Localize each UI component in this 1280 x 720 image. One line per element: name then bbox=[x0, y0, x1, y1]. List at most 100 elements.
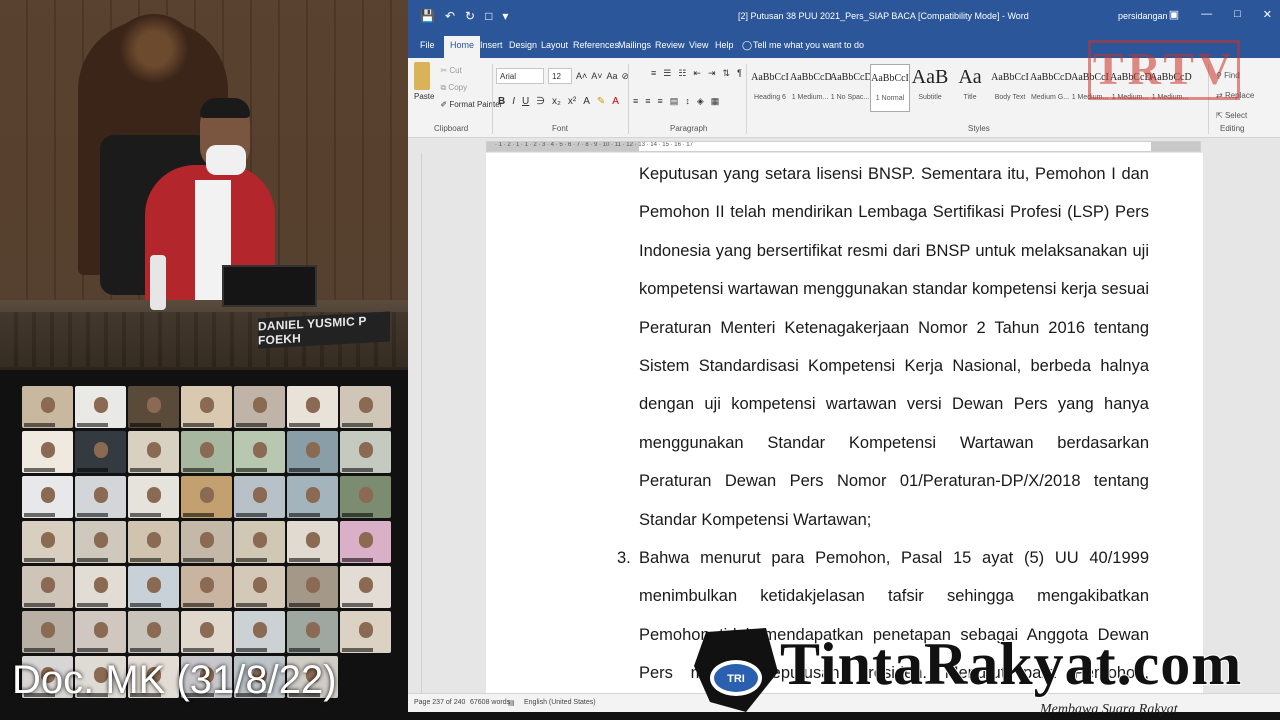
participant-tile[interactable] bbox=[128, 386, 179, 428]
participant-tile[interactable] bbox=[287, 476, 338, 518]
participant-tile[interactable] bbox=[181, 431, 232, 473]
minimize-icon[interactable]: — bbox=[1201, 8, 1212, 21]
participant-tile[interactable] bbox=[287, 386, 338, 428]
participant-tile[interactable] bbox=[234, 521, 285, 563]
line-spacing-icon[interactable]: ↕ bbox=[685, 96, 690, 107]
undo-icon[interactable]: ↶ bbox=[445, 9, 455, 23]
strikethrough-icon[interactable]: ∋ bbox=[536, 96, 545, 107]
participant-tile[interactable] bbox=[287, 611, 338, 653]
tab-insert[interactable]: Insert bbox=[480, 40, 503, 50]
save-icon[interactable]: 💾 bbox=[420, 9, 435, 23]
font-color-icon[interactable]: A bbox=[612, 96, 619, 107]
copy-button[interactable]: ⧉ Copy bbox=[440, 79, 502, 96]
proofing-icon[interactable]: ▤ bbox=[508, 699, 515, 707]
tab-home[interactable]: Home bbox=[444, 36, 481, 58]
justify-icon[interactable]: ▤ bbox=[670, 96, 679, 107]
participant-tile[interactable] bbox=[181, 386, 232, 428]
participant-tile[interactable] bbox=[22, 386, 73, 428]
tab-file[interactable]: File bbox=[420, 40, 435, 50]
format-painter-button[interactable]: ✐ Format Painter bbox=[440, 96, 502, 113]
participant-tile[interactable] bbox=[75, 476, 126, 518]
participant-tile[interactable] bbox=[234, 386, 285, 428]
text-effects-icon[interactable]: A bbox=[583, 96, 590, 107]
tab-view[interactable]: View bbox=[689, 40, 708, 50]
participant-tile[interactable] bbox=[128, 611, 179, 653]
align-right-icon[interactable]: ≡ bbox=[658, 96, 663, 107]
highlight-icon[interactable]: ✎ bbox=[597, 96, 605, 107]
align-left-icon[interactable]: ≡ bbox=[633, 96, 638, 107]
maximize-icon[interactable]: □ bbox=[1234, 8, 1241, 21]
style-option[interactable]: AaB Subtitle bbox=[910, 64, 950, 112]
participant-tile[interactable] bbox=[22, 566, 73, 608]
align-center-icon[interactable]: ≡ bbox=[645, 96, 650, 107]
participant-tile[interactable] bbox=[128, 431, 179, 473]
participant-tile[interactable] bbox=[22, 476, 73, 518]
participant-tile[interactable] bbox=[340, 386, 391, 428]
participant-tile[interactable] bbox=[75, 611, 126, 653]
tell-me-search[interactable]: Tell me what you want to do bbox=[753, 40, 864, 50]
language-indicator[interactable]: English (United States) bbox=[524, 699, 596, 706]
sort-icon[interactable]: ⇅ bbox=[723, 68, 731, 79]
ribbon-display-icon[interactable]: ▣ bbox=[1169, 8, 1179, 21]
participant-tile[interactable] bbox=[181, 521, 232, 563]
participant-tile[interactable] bbox=[234, 611, 285, 653]
participant-tile[interactable] bbox=[128, 476, 179, 518]
participant-tile[interactable] bbox=[287, 431, 338, 473]
participant-tile[interactable] bbox=[287, 521, 338, 563]
participant-tile[interactable] bbox=[340, 521, 391, 563]
participant-tile[interactable] bbox=[181, 611, 232, 653]
participant-tile[interactable] bbox=[22, 611, 73, 653]
participant-tile[interactable] bbox=[128, 521, 179, 563]
tab-design[interactable]: Design bbox=[509, 40, 537, 50]
style-option[interactable]: AaBbCcD 1 No Spac... bbox=[830, 64, 872, 112]
bold-icon[interactable]: B bbox=[498, 96, 505, 107]
subscript-icon[interactable]: x₂ bbox=[552, 96, 561, 107]
decrease-indent-icon[interactable]: ⇤ bbox=[693, 68, 701, 79]
page-count[interactable]: Page 237 of 240 bbox=[414, 699, 465, 706]
pilcrow-icon[interactable]: ¶ bbox=[737, 68, 742, 79]
underline-icon[interactable]: U bbox=[522, 96, 529, 107]
participant-tile[interactable] bbox=[181, 476, 232, 518]
shrink-font-icon[interactable]: A˅ bbox=[591, 71, 602, 81]
participant-tile[interactable] bbox=[22, 431, 73, 473]
word-count[interactable]: 67608 words bbox=[470, 699, 510, 706]
participant-tile[interactable] bbox=[75, 566, 126, 608]
participant-tile[interactable] bbox=[22, 521, 73, 563]
increase-indent-icon[interactable]: ⇥ bbox=[708, 68, 716, 79]
style-option[interactable]: AaBbCcI Heading 6 bbox=[750, 64, 790, 112]
tab-layout[interactable]: Layout bbox=[541, 40, 568, 50]
multilevel-icon[interactable]: ☷ bbox=[678, 68, 686, 79]
paste-button[interactable]: Paste bbox=[414, 62, 434, 113]
participant-tile[interactable] bbox=[340, 611, 391, 653]
participant-tile[interactable] bbox=[75, 521, 126, 563]
font-name-select[interactable]: Arial bbox=[496, 68, 544, 84]
participant-tile[interactable] bbox=[75, 386, 126, 428]
style-option[interactable]: AaBbCcD Medium G... bbox=[1030, 64, 1072, 112]
customize-qat-icon[interactable]: ▾ bbox=[502, 9, 508, 23]
cut-button[interactable]: ✂ Cut bbox=[440, 62, 502, 79]
participant-tile[interactable] bbox=[128, 566, 179, 608]
participant-tile[interactable] bbox=[287, 566, 338, 608]
style-option[interactable]: AaBbCcI 1 Normal bbox=[870, 64, 910, 112]
font-size-select[interactable]: 12 bbox=[548, 68, 572, 84]
tab-help[interactable]: Help bbox=[715, 40, 734, 50]
numbering-icon[interactable]: ☰ bbox=[663, 68, 671, 79]
borders-icon[interactable]: ▦ bbox=[711, 96, 720, 107]
participant-tile[interactable] bbox=[234, 431, 285, 473]
tab-review[interactable]: Review bbox=[655, 40, 685, 50]
shading-icon[interactable]: ◈ bbox=[697, 96, 704, 107]
italic-icon[interactable]: I bbox=[512, 96, 515, 107]
grow-font-icon[interactable]: A˄ bbox=[576, 71, 587, 81]
document-page[interactable]: Keputusan yang setara lisensi BNSP. Seme… bbox=[486, 153, 1203, 693]
close-icon[interactable]: ✕ bbox=[1263, 8, 1272, 21]
document-body[interactable]: Keputusan yang setara lisensi BNSP. Seme… bbox=[617, 155, 1149, 693]
participant-tile[interactable] bbox=[340, 476, 391, 518]
style-option[interactable]: AaBbCcD 1 Medium... bbox=[790, 64, 832, 112]
superscript-icon[interactable]: x² bbox=[568, 96, 576, 107]
participant-tile[interactable] bbox=[340, 566, 391, 608]
style-option[interactable]: Aa Title bbox=[950, 64, 990, 112]
participant-tile[interactable] bbox=[181, 566, 232, 608]
bullets-icon[interactable]: ≡ bbox=[651, 68, 656, 79]
tab-mailings[interactable]: Mailings bbox=[618, 40, 651, 50]
participant-tile[interactable] bbox=[234, 476, 285, 518]
